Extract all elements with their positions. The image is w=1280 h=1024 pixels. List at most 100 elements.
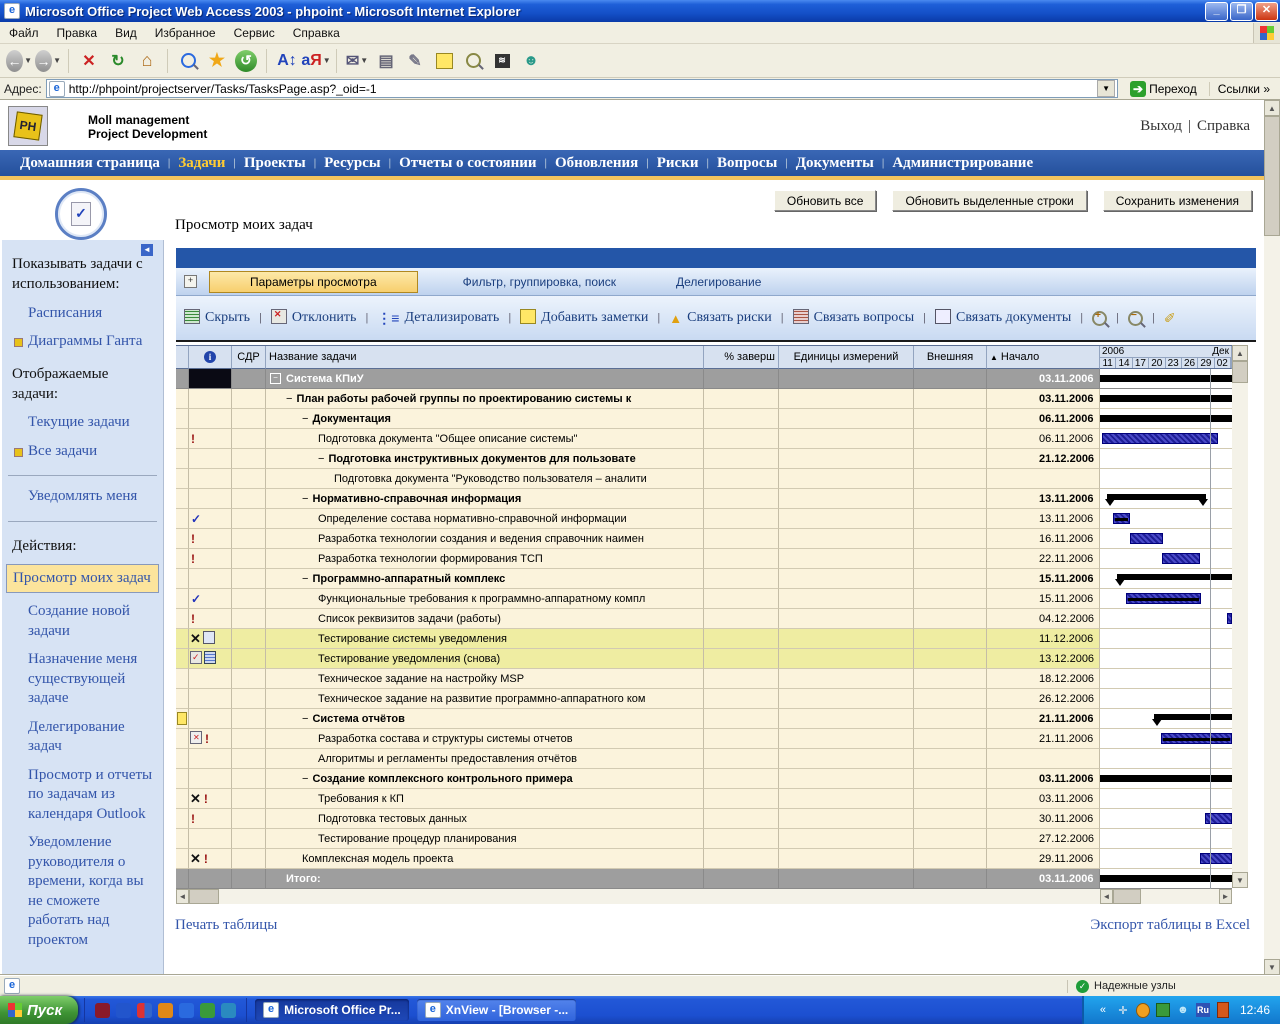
table-row[interactable]: Итого:03.11.2006	[176, 869, 1232, 889]
table-row[interactable]: !Список реквизитов задачи (работы)04.12.…	[176, 609, 1232, 629]
table-row[interactable]: ✕!Комплексная модель проекта29.11.2006	[176, 849, 1232, 869]
row-select-cell[interactable]	[176, 869, 189, 889]
scroll-thumb[interactable]	[1264, 116, 1280, 236]
table-row[interactable]: !Разработка технологии создания и ведени…	[176, 529, 1232, 549]
task-name-cell[interactable]: −Программно-аппаратный комплекс	[266, 569, 704, 589]
task-name-cell[interactable]: −Создание комплексного контрольного прим…	[266, 769, 704, 789]
link-documents-button[interactable]: Связать документы	[935, 309, 1071, 327]
clock-icon[interactable]	[1136, 1003, 1150, 1017]
forward-icon[interactable]: →▼	[35, 48, 61, 74]
menu-item-Справка[interactable]: Справка	[284, 23, 349, 43]
task-name-cell[interactable]: Подготовка тестовых данных	[266, 809, 704, 829]
sidebar-item[interactable]: Делегирование задач	[2, 711, 163, 759]
gantt-scroll-right-icon[interactable]: ►	[1219, 889, 1232, 904]
scroll-thumb[interactable]	[189, 889, 219, 904]
task-name-cell[interactable]: Алгоритмы и регламенты предоставления от…	[266, 749, 704, 769]
link-issues-button[interactable]: Связать вопросы	[793, 309, 915, 327]
row-select-cell[interactable]	[176, 829, 189, 849]
table-row[interactable]: −План работы рабочей группы по проектиро…	[176, 389, 1232, 409]
header-wbs[interactable]: СДР	[232, 346, 266, 369]
collapse-icon[interactable]: −	[302, 713, 308, 725]
table-row[interactable]: !Разработка состава и структуры системы …	[176, 729, 1232, 749]
nav-item-5[interactable]: Отчеты о состоянии	[391, 155, 544, 172]
header-info[interactable]: i	[189, 346, 232, 369]
research-icon[interactable]	[460, 48, 486, 74]
menu-item-Правка[interactable]: Правка	[48, 23, 107, 43]
row-select-cell[interactable]	[176, 649, 189, 669]
zoom-out-button[interactable]: −	[1128, 311, 1143, 326]
row-select-cell[interactable]	[176, 849, 189, 869]
table-row[interactable]: −Система отчётов21.11.2006	[176, 709, 1232, 729]
page-scrollbar[interactable]: ▲ ▼	[1264, 100, 1280, 975]
header-pct-complete[interactable]: % заверш	[704, 346, 779, 369]
sidebar-item[interactable]: Текущие задачи	[2, 406, 163, 435]
task-name-cell[interactable]: Итого:	[266, 869, 704, 889]
hide-button[interactable]: Скрыть	[184, 309, 250, 327]
table-row[interactable]: Тестирование уведомления (снова)13.12.20…	[176, 649, 1232, 669]
collapse-icon[interactable]: −	[286, 393, 292, 405]
translate-icon[interactable]: aЯ▼	[303, 48, 329, 74]
mail-icon[interactable]: ✉▼	[344, 48, 370, 74]
card-icon[interactable]	[1156, 1003, 1170, 1017]
lang-badge[interactable]: Ru	[1196, 1003, 1210, 1017]
menu-item-Сервис[interactable]: Сервис	[225, 23, 284, 43]
address-dropdown-icon[interactable]: ▼	[1097, 80, 1115, 97]
scroll-thumb[interactable]	[1232, 361, 1248, 383]
table-row[interactable]: Техническое задание на развитие программ…	[176, 689, 1232, 709]
outline-button[interactable]: ⋮≡Детализировать	[377, 310, 499, 327]
sidebar-item-selected[interactable]: Диаграммы Ганта	[2, 325, 163, 354]
restore-button[interactable]: ❐	[1230, 2, 1253, 21]
task-name-cell[interactable]: Разработка технологии создания и ведения…	[266, 529, 704, 549]
row-select-cell[interactable]	[176, 729, 189, 749]
task-name-cell[interactable]: Комплексная модель проекта	[266, 849, 704, 869]
link-risks-button[interactable]: ▲Связать риски	[669, 310, 771, 326]
row-select-cell[interactable]	[176, 509, 189, 529]
row-select-cell[interactable]	[176, 569, 189, 589]
person-icon[interactable]: ☻	[1176, 1003, 1190, 1017]
task-name-cell[interactable]: −Система КПиУ	[266, 369, 704, 389]
row-select-cell[interactable]	[176, 669, 189, 689]
table-row[interactable]: ✓Определение состава нормативно-справочн…	[176, 509, 1232, 529]
task-name-cell[interactable]: Техническое задание на развитие программ…	[266, 689, 704, 709]
task-name-cell[interactable]: Подготовка документа "Общее описание сис…	[266, 429, 704, 449]
row-select-cell[interactable]	[176, 809, 189, 829]
notes-icon[interactable]	[431, 48, 457, 74]
sidebar-item[interactable]: Уведомление руководителя о времени, когд…	[2, 826, 163, 952]
row-select-cell[interactable]	[176, 629, 189, 649]
sidebar-item-selected[interactable]: Все задачи	[2, 435, 163, 464]
table-row[interactable]: −Система КПиУ03.11.2006	[176, 369, 1232, 389]
table-row[interactable]: !Разработка технологии формирования ТСП2…	[176, 549, 1232, 569]
goto-task-button[interactable]: ✐	[1164, 310, 1176, 327]
nav-item-3[interactable]: Проекты	[236, 155, 314, 172]
menu-item-Избранное[interactable]: Избранное	[146, 23, 225, 43]
app-blue-icon[interactable]	[116, 1003, 131, 1018]
table-row[interactable]: ✕!Требования к КП03.11.2006	[176, 789, 1232, 809]
clock-app-icon[interactable]	[158, 1003, 173, 1018]
export-excel-link[interactable]: Экспорт таблицы в Excel	[1090, 917, 1250, 934]
row-select-cell[interactable]	[176, 409, 189, 429]
logout-link[interactable]: Выход	[1140, 118, 1182, 134]
close-button[interactable]: ✕	[1255, 2, 1278, 21]
scroll-left-icon[interactable]: ◄	[176, 889, 189, 904]
scroll-up-icon[interactable]: ▲	[1264, 100, 1280, 116]
task-name-cell[interactable]: Тестирование системы уведомления	[266, 629, 704, 649]
task-name-cell[interactable]: Разработка состава и структуры системы о…	[266, 729, 704, 749]
header-external[interactable]: Внешняя	[914, 346, 987, 369]
nav-item-7[interactable]: Риски	[649, 155, 707, 172]
xp-docs-icon[interactable]	[137, 1003, 152, 1018]
print-icon[interactable]: ▤	[373, 48, 399, 74]
table-row[interactable]: −Документация06.11.2006	[176, 409, 1232, 429]
gantt-scroll-thumb[interactable]	[1113, 889, 1141, 904]
minimize-button[interactable]: _	[1205, 2, 1228, 21]
task-name-cell[interactable]: Подготовка документа "Руководство пользо…	[266, 469, 704, 489]
task-name-cell[interactable]: Тестирование процедур планирования	[266, 829, 704, 849]
taskbar-window-button[interactable]: eXnView - [Browser -...	[417, 999, 576, 1021]
sidebar-item[interactable]: Просмотр и отчеты по задачам из календар…	[2, 759, 163, 827]
collapse-icon[interactable]: −	[318, 453, 324, 465]
links-label[interactable]: Ссылки »	[1209, 82, 1276, 96]
task-name-cell[interactable]: −План работы рабочей группы по проектиро…	[266, 389, 704, 409]
tab-Параметры просмотра[interactable]: Параметры просмотра	[209, 271, 418, 293]
expand-icon[interactable]: +	[184, 275, 197, 288]
task-name-cell[interactable]: Техническое задание на настройку MSP	[266, 669, 704, 689]
row-select-cell[interactable]	[176, 789, 189, 809]
